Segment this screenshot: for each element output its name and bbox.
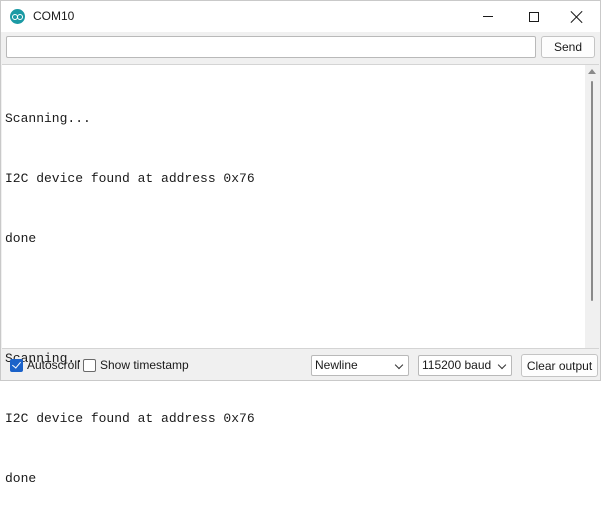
arduino-icon: [10, 9, 25, 24]
output-line: done: [5, 231, 37, 246]
clear-output-button[interactable]: Clear output: [521, 354, 598, 377]
chevron-down-icon: [394, 360, 404, 370]
minimize-icon: [483, 16, 493, 17]
serial-output-text: Scanning... I2C device found at address …: [5, 69, 580, 529]
send-input[interactable]: [6, 36, 536, 58]
close-icon: [571, 11, 583, 23]
serial-monitor-window: COM10 Send Scanning... I2C device found …: [0, 0, 601, 486]
autoscroll-label[interactable]: Autoscroll: [27, 358, 80, 373]
maximize-button[interactable]: [511, 1, 557, 32]
minimize-button[interactable]: [465, 1, 511, 32]
output-line: Scanning...: [5, 111, 91, 126]
line-ending-value: Newline: [315, 358, 358, 372]
chevron-down-icon: [497, 360, 507, 370]
send-button[interactable]: Send: [541, 36, 595, 58]
output-line: I2C device found at address 0x76: [5, 171, 255, 186]
vertical-scrollbar[interactable]: [585, 65, 599, 348]
scrollbar-thumb[interactable]: [591, 81, 593, 301]
scroll-up-arrow-icon[interactable]: [588, 69, 596, 74]
maximize-icon: [529, 11, 539, 22]
close-button[interactable]: [554, 1, 600, 32]
output-line: I2C device found at address 0x76: [5, 411, 255, 426]
baud-rate-value: 115200 baud: [422, 358, 492, 372]
window-title: COM10: [33, 9, 75, 23]
serial-output-area[interactable]: Scanning... I2C device found at address …: [2, 64, 599, 486]
show-timestamp-label[interactable]: Show timestamp: [100, 358, 189, 373]
line-ending-select[interactable]: Newline: [311, 355, 409, 376]
output-line: done: [5, 471, 37, 486]
show-timestamp-checkbox[interactable]: [83, 359, 96, 372]
bottom-toolbar: Autoscroll Show timestamp Newline 115200…: [1, 350, 600, 380]
baud-rate-select[interactable]: 115200 baud: [418, 355, 512, 376]
title-bar[interactable]: COM10: [1, 1, 600, 32]
autoscroll-checkbox[interactable]: [10, 359, 23, 372]
